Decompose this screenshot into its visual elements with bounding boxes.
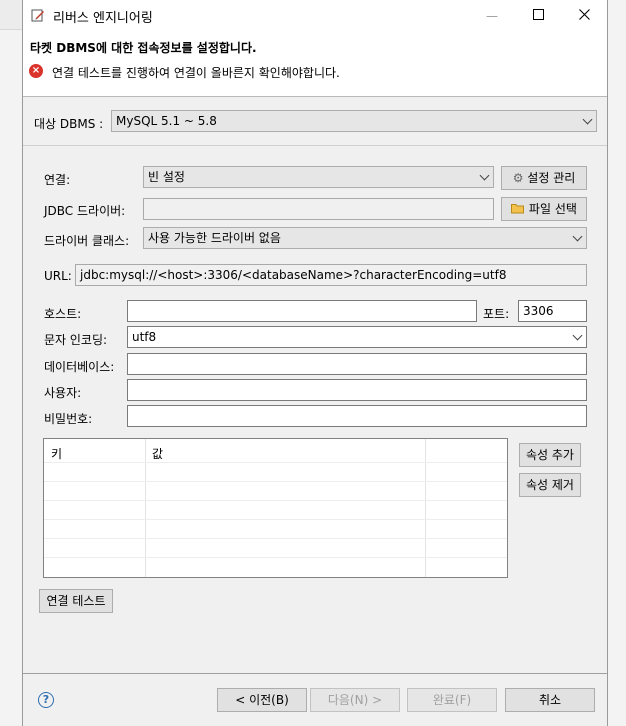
finish-button[interactable]: 완료(F) [407, 688, 497, 712]
table-row [44, 500, 507, 501]
dbms-select[interactable]: MySQL 5.1 ~ 5.8 [111, 110, 597, 132]
remove-property-button[interactable]: 속성 제거 [519, 473, 581, 497]
window-title: 리버스 엔지니어링 [53, 11, 153, 26]
host-input[interactable] [127, 300, 477, 322]
select-file-label: 파일 선택 [528, 202, 577, 216]
help-icon[interactable]: ? [38, 692, 54, 708]
encoding-select[interactable]: utf8 [127, 326, 587, 348]
header-title: 타켓 DBMS에 대한 접속정보를 설정합니다. [30, 41, 257, 55]
column-header-key: 키 [51, 447, 63, 461]
chevron-down-icon [479, 170, 490, 181]
port-label: 포트: [483, 307, 510, 321]
error-message: 연결 테스트를 진행하여 연결이 올바른지 확인해야합니다. [52, 66, 340, 80]
close-button[interactable] [561, 0, 607, 31]
reverse-engineering-dialog: 리버스 엔지니어링 — 타켓 DBMS에 대한 접속정보를 설정합니다. × 연… [22, 0, 608, 726]
test-connection-button[interactable]: 연결 테스트 [39, 589, 113, 613]
host-label: 호스트: [44, 307, 82, 321]
connection-label: 연결: [44, 173, 71, 187]
minimize-icon: — [486, 8, 498, 23]
next-button[interactable]: 다음(N) > [310, 688, 400, 712]
add-property-button[interactable]: 속성 추가 [519, 443, 581, 467]
connection-select[interactable]: 빈 설정 [143, 166, 494, 188]
table-row [44, 538, 507, 539]
folder-icon [511, 202, 525, 216]
encoding-label: 문자 인코딩: [44, 333, 108, 347]
app-edit-icon [31, 8, 45, 22]
maximize-icon [532, 8, 544, 23]
password-input[interactable] [127, 405, 587, 427]
password-label: 비밀번호: [44, 412, 93, 426]
chevron-down-icon [572, 231, 583, 242]
error-icon: × [29, 64, 43, 78]
user-label: 사용자: [44, 386, 82, 400]
dbms-value: MySQL 5.1 ~ 5.8 [116, 114, 217, 128]
jdbc-label: JDBC 드라이버: [44, 204, 126, 218]
driver-class-value: 사용 가능한 드라이버 없음 [148, 231, 281, 245]
maximize-button[interactable] [515, 0, 561, 31]
previous-button[interactable]: < 이전(B) [217, 688, 307, 712]
encoding-value: utf8 [132, 330, 157, 344]
minimize-button[interactable]: — [469, 0, 515, 31]
manage-settings-button[interactable]: ⚙ 설정 관리 [501, 166, 587, 190]
user-input[interactable] [127, 379, 587, 401]
properties-table[interactable]: 키 값 [43, 438, 508, 578]
database-input[interactable] [127, 353, 587, 375]
database-label: 데이터베이스: [44, 360, 115, 374]
background-toolbar [0, 0, 22, 30]
chevron-down-icon [572, 330, 583, 341]
table-row [44, 557, 507, 558]
table-row [44, 481, 507, 482]
driver-class-label: 드라이버 클래스: [44, 234, 130, 248]
footer-separator [23, 673, 607, 674]
table-row [44, 519, 507, 520]
dialog-header: 타켓 DBMS에 대한 접속정보를 설정합니다. × 연결 테스트를 진행하여 … [23, 31, 607, 97]
driver-class-select[interactable]: 사용 가능한 드라이버 없음 [143, 227, 587, 249]
jdbc-driver-field[interactable] [143, 198, 494, 220]
title-bar: 리버스 엔지니어링 — [23, 0, 607, 31]
separator [23, 145, 607, 146]
url-field[interactable]: jdbc:mysql://<host>:3306/<databaseName>?… [75, 264, 587, 286]
url-label: URL: [44, 269, 72, 283]
connection-value: 빈 설정 [148, 170, 185, 184]
select-file-button[interactable]: 파일 선택 [501, 197, 587, 221]
manage-settings-label: 설정 관리 [527, 171, 576, 185]
dbms-label: 대상 DBMS : [34, 117, 104, 131]
chevron-down-icon [582, 114, 593, 125]
table-row [44, 462, 507, 463]
cancel-button[interactable]: 취소 [505, 688, 595, 712]
gear-icon: ⚙ [512, 171, 524, 185]
column-header-value: 값 [152, 447, 164, 461]
close-icon [578, 8, 590, 23]
port-input[interactable]: 3306 [518, 300, 587, 322]
